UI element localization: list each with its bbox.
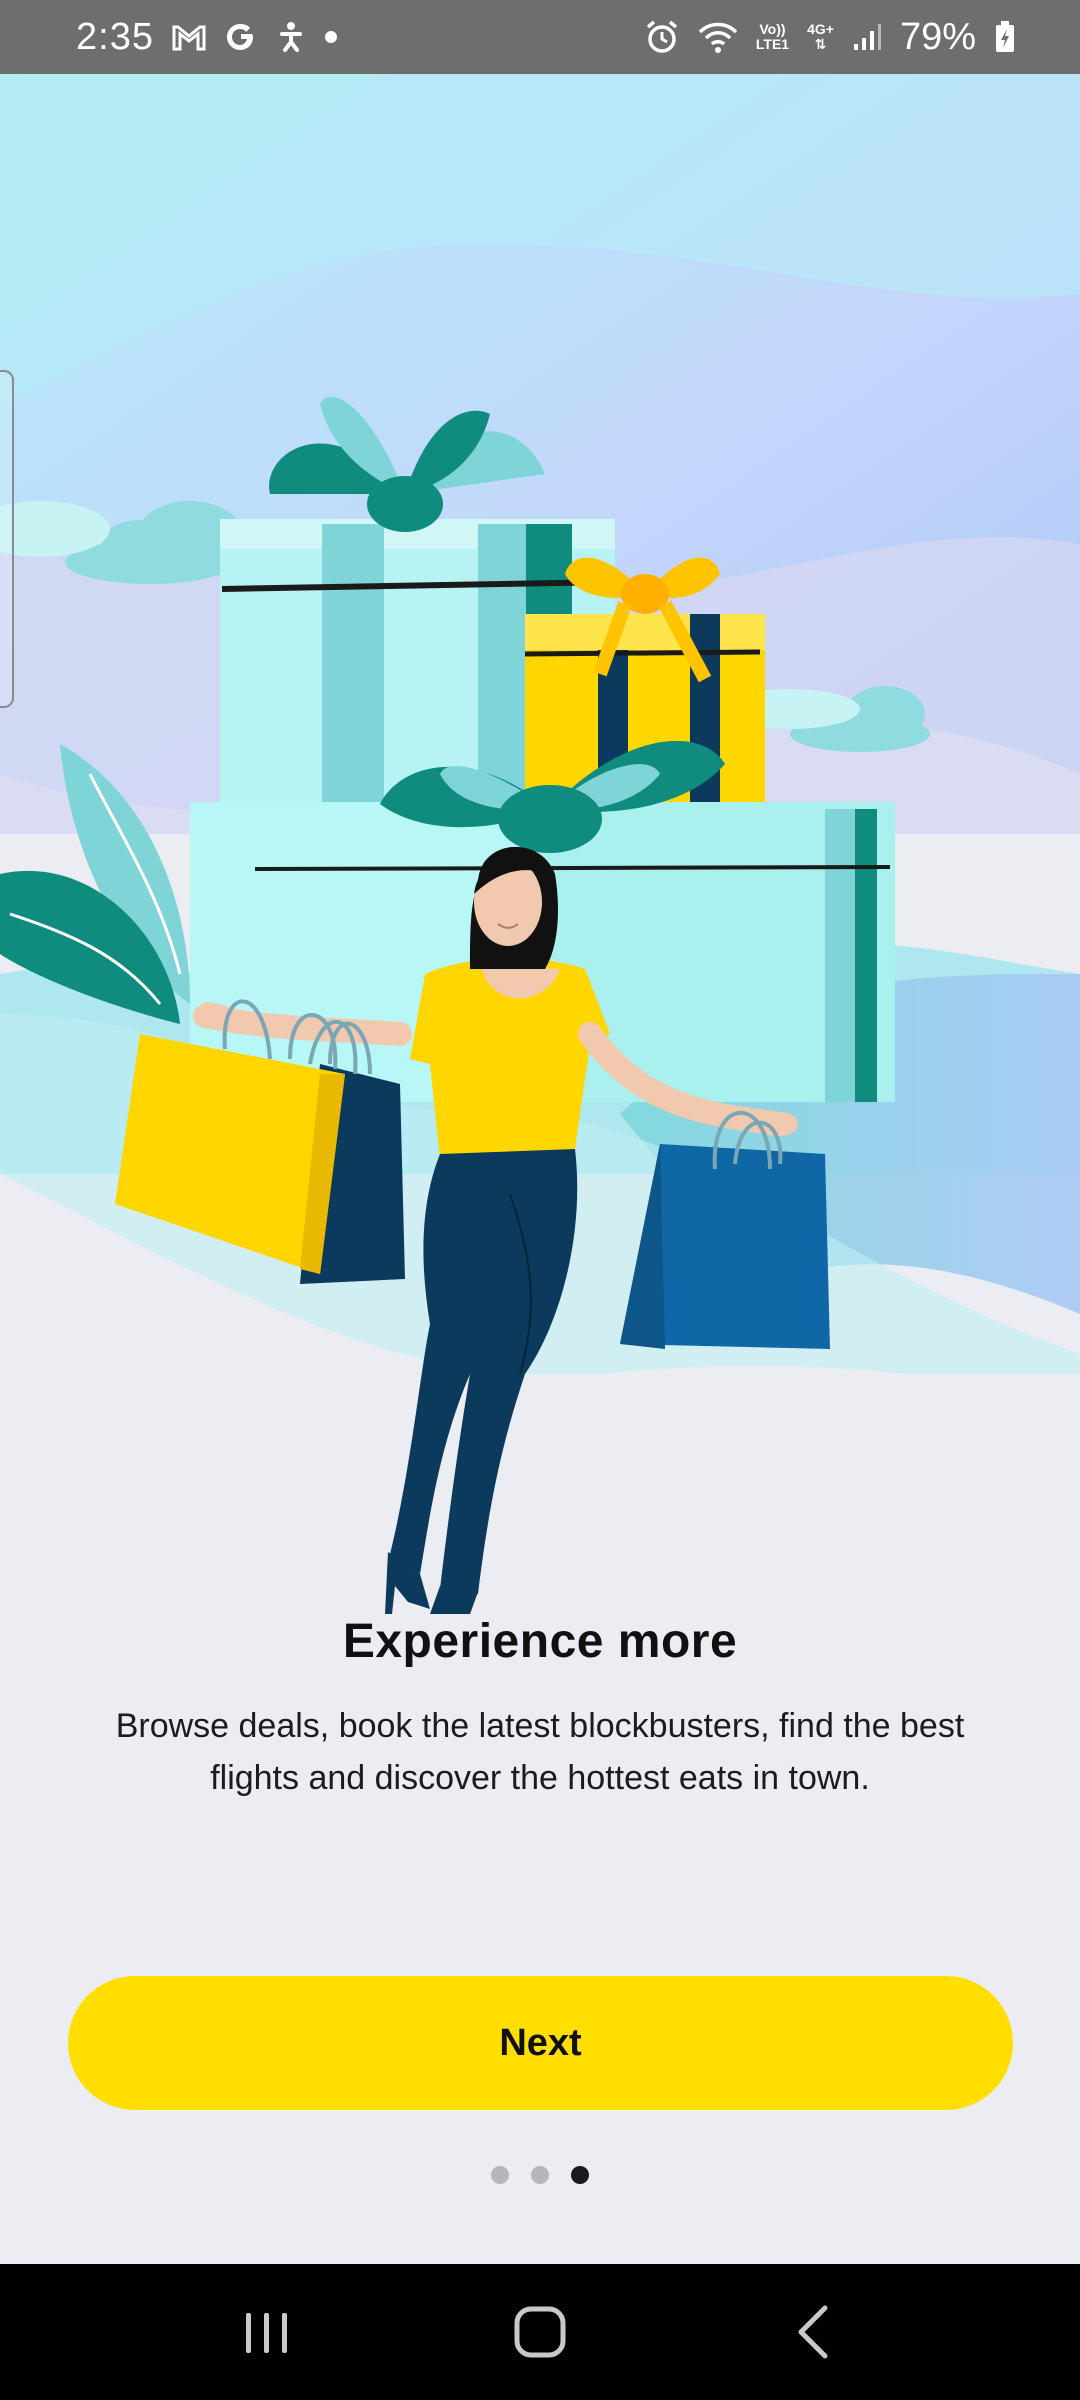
signal-icon (852, 17, 882, 57)
battery-charging-icon (994, 17, 1016, 57)
edge-panel-handle[interactable] (0, 370, 14, 708)
google-icon (224, 17, 258, 57)
page-dot-2[interactable] (531, 2166, 549, 2184)
wifi-icon (698, 17, 738, 57)
battery-percent: 79% (899, 15, 976, 58)
notification-dot-icon (324, 17, 338, 57)
back-icon[interactable] (763, 2282, 863, 2382)
page-dot-1[interactable] (491, 2166, 509, 2184)
lte-top-text: Vo)) (759, 21, 786, 37)
status-left: 2:35 (76, 16, 338, 59)
status-right: Vo)) LTE1 4G+ ⇅ 79% (644, 16, 1016, 59)
alarm-icon (644, 17, 680, 57)
page-dot-3-active[interactable] (571, 2166, 589, 2184)
onboarding-title: Experience more (342, 1615, 738, 1668)
4g-icon: 4G+ ⇅ (807, 21, 834, 52)
status-time: 2:35 (76, 15, 154, 58)
navigation-bar (0, 2264, 1080, 2400)
lte-bottom-text: LTE1 (755, 36, 790, 52)
hero-illustration (0, 74, 1080, 1614)
accessibility-icon (276, 17, 306, 57)
next-button[interactable]: Next (68, 1976, 1013, 2110)
network-type-text: 4G+ (807, 21, 834, 37)
gmail-icon (172, 17, 206, 57)
onboarding-description: Browse deals, book the latest blockbuste… (115, 1707, 965, 1797)
home-icon[interactable] (490, 2282, 590, 2382)
status-bar: 2:35 Vo)) LTE1 4G+ ⇅ 79% (0, 0, 1080, 74)
recent-apps-icon[interactable] (217, 2282, 317, 2382)
volte-icon: Vo)) LTE1 (756, 17, 789, 57)
page-indicator (0, 2166, 1080, 2186)
